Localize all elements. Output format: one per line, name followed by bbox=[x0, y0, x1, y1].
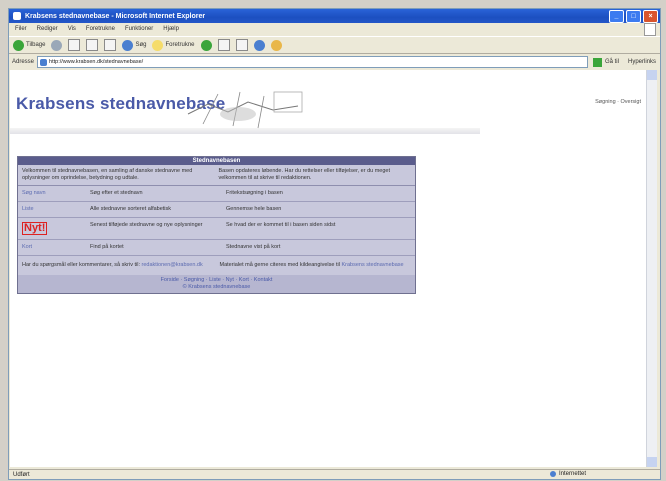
row-link[interactable]: Liste bbox=[18, 202, 86, 217]
search-icon bbox=[122, 39, 134, 51]
footer-right: Materialet må gerne citeres med kildeang… bbox=[220, 262, 412, 269]
menu-view[interactable]: Vis bbox=[68, 26, 76, 32]
row-note: Stednavne vist på kort bbox=[226, 244, 281, 250]
back-arrow-icon bbox=[13, 39, 24, 51]
maximize-button[interactable]: □ bbox=[626, 10, 641, 23]
row-link[interactable]: Kort bbox=[18, 240, 86, 255]
print-icon[interactable] bbox=[235, 39, 248, 51]
window-title: Krabsens stednavnebase - Microsoft Inter… bbox=[25, 12, 206, 20]
menu-bar: Filer Rediger Vis Foretrukne Funktioner … bbox=[9, 23, 660, 35]
footer-left-text: Har du spørgsmål eller kommentarer, så s… bbox=[22, 262, 142, 268]
contact-link[interactable]: redaktionen@krabsen.dk bbox=[142, 262, 203, 268]
intro-right: Basen opdateres løbende. Har du rettelse… bbox=[218, 168, 391, 181]
address-bar: Adresse http://www.krabsen.dk/stednavneb… bbox=[9, 55, 660, 69]
main-panel: Stednavnebasen Velkommen til stednavneba… bbox=[17, 156, 416, 294]
row-desc: Søg efter et stednavn bbox=[90, 190, 143, 196]
home-icon[interactable] bbox=[104, 39, 117, 51]
menu-file[interactable]: Filer bbox=[15, 26, 27, 32]
intro-left: Velkommen til stednavnebasen, en samling… bbox=[22, 168, 193, 181]
footer-text: Har du spørgsmål eller kommentarer, så s… bbox=[18, 256, 415, 275]
search-button[interactable]: Søg bbox=[122, 39, 147, 51]
top-links[interactable]: Søgning · Oversigt bbox=[595, 99, 641, 105]
toolbar: Tilbage Søg Foretrukne bbox=[9, 36, 660, 54]
scroll-up-icon[interactable] bbox=[647, 70, 657, 80]
table-row: Søg navn Søg efter et stednavn Friteksts… bbox=[18, 186, 415, 202]
star-icon bbox=[152, 39, 164, 51]
messenger-icon[interactable] bbox=[253, 39, 265, 51]
copyright: © Krabsens stednavnebase bbox=[182, 284, 251, 290]
row-desc: Find på kortet bbox=[90, 244, 124, 250]
browser-window: Krabsens stednavnebase - Microsoft Inter… bbox=[8, 8, 661, 480]
panel-links: Forside · Søgning · Liste · Nyt · Kort ·… bbox=[18, 275, 415, 293]
refresh-icon[interactable] bbox=[86, 39, 99, 51]
table-row: Kort Find på kortet Stednavne vist på ko… bbox=[18, 240, 415, 256]
page-icon bbox=[40, 58, 48, 66]
go-button[interactable]: Gå til bbox=[605, 59, 619, 65]
footer-left: Har du spørgsmål eller kommentarer, så s… bbox=[22, 262, 214, 269]
status-text: Udført bbox=[13, 471, 30, 478]
footer-right-text: Materialet må gerne citeres med kildeang… bbox=[219, 262, 342, 268]
links-button[interactable]: Hyperlinks bbox=[628, 59, 656, 65]
back-button[interactable]: Tilbage bbox=[13, 39, 46, 51]
windows-logo-icon bbox=[644, 23, 656, 36]
menu-edit[interactable]: Rediger bbox=[37, 26, 58, 32]
address-label: Adresse bbox=[12, 59, 35, 65]
media-icon[interactable] bbox=[200, 39, 212, 51]
mail-icon[interactable] bbox=[217, 39, 230, 51]
new-badge-cell[interactable]: Nyt! bbox=[18, 218, 86, 239]
menu-tools[interactable]: Funktioner bbox=[125, 26, 153, 32]
intro: Velkommen til stednavnebasen, en samling… bbox=[18, 165, 415, 186]
search-label: Søg bbox=[135, 42, 147, 48]
back-label: Tilbage bbox=[26, 42, 46, 48]
row-note: Fritekstsøgning i basen bbox=[226, 190, 283, 196]
row-desc: Alle stednavne sorteret alfabetisk bbox=[90, 206, 172, 212]
security-zone: Internettet bbox=[550, 471, 586, 477]
table-row: Nyt! Senest tilføjede stednavne og nye o… bbox=[18, 218, 415, 240]
table-row: Liste Alle stednavne sorteret alfabetisk… bbox=[18, 202, 415, 218]
status-bar: Udført Internettet bbox=[9, 469, 660, 479]
globe-icon bbox=[550, 471, 556, 477]
favorites-button[interactable]: Foretrukne bbox=[152, 39, 195, 51]
menu-favorites[interactable]: Foretrukne bbox=[86, 26, 115, 32]
title-bar: Krabsens stednavnebase - Microsoft Inter… bbox=[9, 9, 660, 23]
row-note: Gennemse hele basen bbox=[226, 206, 282, 212]
ie-icon bbox=[13, 12, 21, 20]
address-field[interactable]: http://www.krabsen.dk/stednavnebase/ bbox=[37, 56, 588, 68]
close-button[interactable]: × bbox=[643, 10, 658, 23]
page-content: Krabsens stednavnebase Søgning · Oversig… bbox=[10, 70, 657, 467]
row-desc: Senest tilføjede stednavne og nye oplysn… bbox=[90, 222, 203, 228]
go-icon[interactable] bbox=[592, 57, 602, 67]
folder-icon[interactable] bbox=[270, 39, 282, 51]
source-link[interactable]: Krabsens stednavnebase bbox=[341, 262, 403, 268]
zone-label: Internettet bbox=[559, 471, 587, 477]
stop-icon[interactable] bbox=[68, 39, 81, 51]
scroll-down-icon[interactable] bbox=[647, 457, 657, 467]
menu-help[interactable]: Hjælp bbox=[163, 26, 179, 32]
favorites-label: Foretrukne bbox=[165, 42, 195, 48]
new-badge[interactable]: Nyt! bbox=[22, 222, 48, 235]
nav-links[interactable]: Forside · Søgning · Liste · Nyt · Kort ·… bbox=[20, 277, 413, 284]
minimize-button[interactable]: _ bbox=[609, 10, 624, 23]
address-url: http://www.krabsen.dk/stednavnebase/ bbox=[49, 59, 144, 65]
row-note: Se hvad der er kommet til i basen siden … bbox=[226, 222, 336, 228]
vertical-scrollbar[interactable] bbox=[646, 70, 657, 467]
forward-button[interactable] bbox=[51, 39, 63, 51]
panel-title: Stednavnebasen bbox=[18, 157, 415, 165]
row-link[interactable]: Søg navn bbox=[18, 186, 86, 201]
crab-banner-image bbox=[187, 91, 303, 129]
